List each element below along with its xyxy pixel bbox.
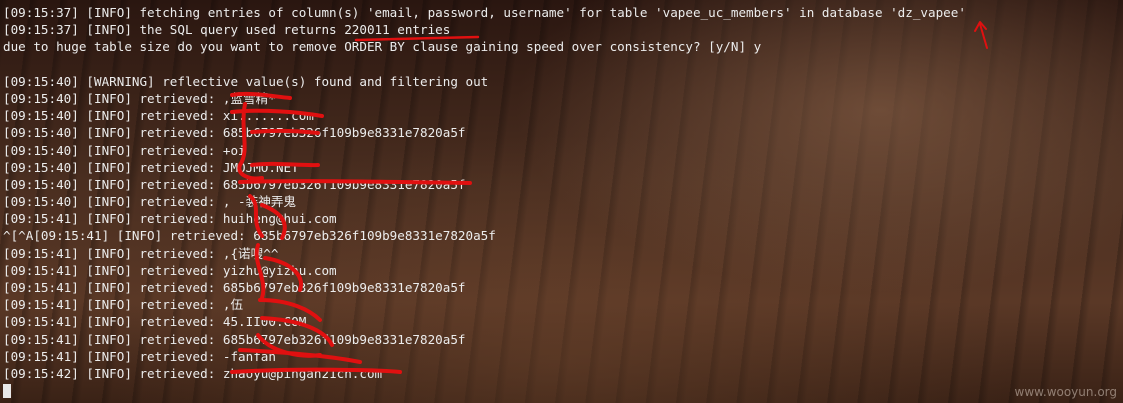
- terminal-line: [09:15:42] [INFO] retrieved: zhaoyu@ping…: [3, 365, 383, 381]
- terminal-line: [09:15:40] [INFO] retrieved: JMOJMO.NET: [3, 159, 299, 175]
- terminal-line: [09:15:40] [INFO] retrieved: ,蓝雪精*: [3, 90, 276, 106]
- terminal-line: [09:15:40] [INFO] retrieved: +oi: [3, 142, 246, 158]
- terminal-line: [09:15:41] [INFO] retrieved: 45.II00.COM: [3, 314, 307, 330]
- terminal-line: [09:15:37] [INFO] fetching entries of co…: [3, 5, 966, 20]
- terminal-line: [09:15:41] [INFO] retrieved: ,{诺嗖^^: [3, 245, 279, 261]
- terminal-line: due to huge table size do you want to re…: [3, 39, 762, 55]
- terminal-line: [09:15:41] [INFO] retrieved: -fanfan: [3, 348, 276, 364]
- terminal-line: [09:15:41] [INFO] retrieved: 685b6797eb3…: [3, 280, 466, 295]
- watermark-text: www.wooyun.org: [1014, 385, 1117, 399]
- terminal-line: [09:15:41] [INFO] retrieved: ,伍: [3, 297, 244, 313]
- block-cursor-icon: [3, 383, 11, 398]
- terminal-line: [09:15:41] [INFO] retrieved: huiheng@hui…: [3, 211, 337, 227]
- terminal-prompt-line[interactable]: [3, 382, 1123, 399]
- terminal-line: [09:15:41] [INFO] retrieved: 685b6797eb3…: [3, 331, 466, 347]
- terminal-line: [09:15:40] [INFO] retrieved: , -装神弄鬼: [3, 194, 297, 210]
- terminal-line: [09:15:40] [INFO] retrieved: 685b6797eb3…: [3, 176, 466, 192]
- terminal-line: [09:15:40] [WARNING] reflective value(s)…: [3, 73, 489, 89]
- terminal-line: [09:15:41] [INFO] retrieved: yizhu@yizhu…: [3, 262, 337, 278]
- terminal-line: ^[^A[09:15:41] [INFO] retrieved: 685b679…: [3, 228, 496, 244]
- terminal-line: [09:15:40] [INFO] retrieved: 685b6797eb3…: [3, 125, 466, 141]
- terminal-window[interactable]: [09:15:37] [INFO] fetching entries of co…: [0, 0, 1123, 403]
- terminal-line: [09:15:37] [INFO] the SQL query used ret…: [3, 22, 451, 38]
- terminal-line: [09:15:40] [INFO] retrieved: xi.......co…: [3, 108, 314, 124]
